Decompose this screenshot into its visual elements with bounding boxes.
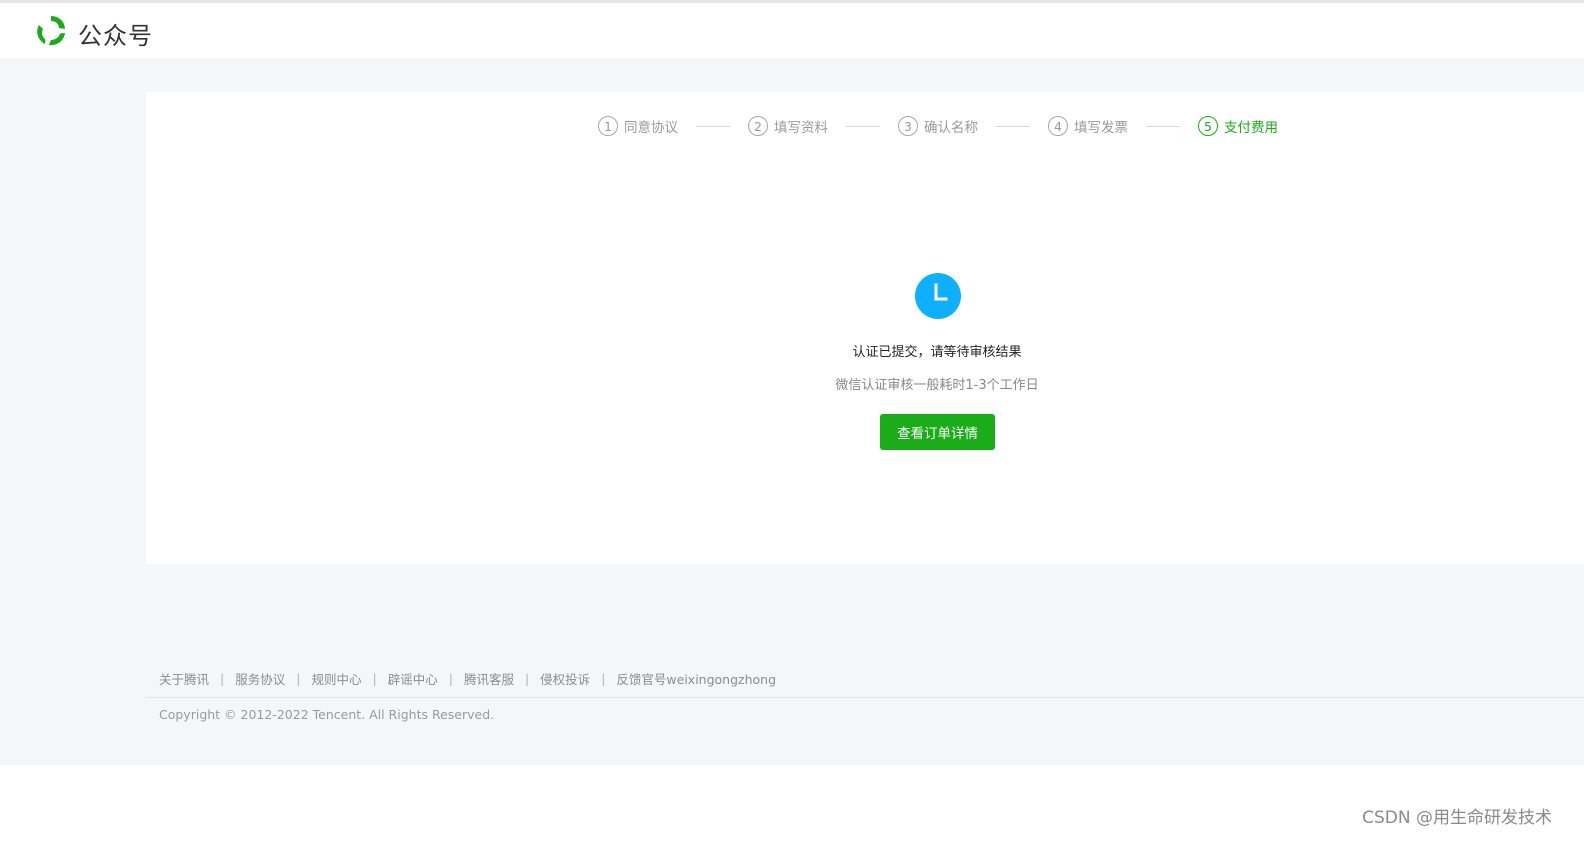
step-label: 同意协议 [624,120,678,136]
step-connector [1146,125,1180,127]
footer-separator: | [220,671,225,686]
step-label: 填写发票 [1074,120,1128,136]
watermark-text: CSDN @用生命研发技术 [1362,808,1552,828]
status-description: 微信认证审核一般耗时1-3个工作日 [835,378,1039,393]
clock-icon [915,273,961,319]
step-connector [996,125,1030,127]
status-title: 认证已提交，请等待审核结果 [852,345,1022,360]
page-body: 1 同意协议 2 填写资料 3 确认名称 4 填写发票 5 支付费用 认证已提交… [0,58,1584,765]
footer-link-service-agreement[interactable]: 服务协议 [235,669,285,688]
top-header: 公众号 [0,3,1584,58]
footer-link-rumor-center[interactable]: 辟谣中心 [388,669,438,688]
footer-link-feedback[interactable]: 反馈官号weixingongzhong [616,669,776,688]
official-account-logo-icon[interactable] [33,13,69,49]
footer-link-customer-service[interactable]: 腾讯客服 [464,669,514,688]
step-3: 3 确认名称 [898,116,978,136]
step-2: 2 填写资料 [748,116,828,136]
footer-separator: | [524,671,530,686]
step-number: 2 [748,116,768,136]
step-connector [846,125,880,127]
step-number: 1 [598,116,618,136]
step-number: 4 [1048,116,1068,136]
copyright-text: Copyright © 2012-2022 Tencent. All Right… [159,707,495,722]
footer-separator: | [448,671,453,686]
progress-steps: 1 同意协议 2 填写资料 3 确认名称 4 填写发票 5 支付费用 [598,114,1278,138]
footer-separator: | [296,671,301,686]
footer-link-rules-center[interactable]: 规则中心 [311,669,361,688]
footer-links: 关于腾讯 | 服务协议 | 规则中心 | 辟谣中心 | 腾讯客服 | 侵权投诉 … [159,669,776,688]
step-connector [696,125,730,127]
step-label: 支付费用 [1224,120,1278,136]
footer-separator: | [601,671,606,686]
view-order-details-button[interactable]: 查看订单详情 [880,414,995,450]
footer-separator: | [372,671,377,686]
footer-link-about[interactable]: 关于腾讯 [159,669,209,688]
brand-title[interactable]: 公众号 [78,16,153,51]
footer-divider [146,697,1584,698]
step-number: 3 [898,116,918,136]
step-4: 4 填写发票 [1048,116,1128,136]
step-label: 确认名称 [924,120,978,136]
step-number: 5 [1198,116,1218,136]
footer-link-infringement[interactable]: 侵权投诉 [540,669,590,688]
content-card: 1 同意协议 2 填写资料 3 确认名称 4 填写发票 5 支付费用 认证已提交… [146,92,1584,564]
step-label: 填写资料 [774,120,828,136]
step-5-current: 5 支付费用 [1198,116,1278,136]
step-1: 1 同意协议 [598,116,678,136]
